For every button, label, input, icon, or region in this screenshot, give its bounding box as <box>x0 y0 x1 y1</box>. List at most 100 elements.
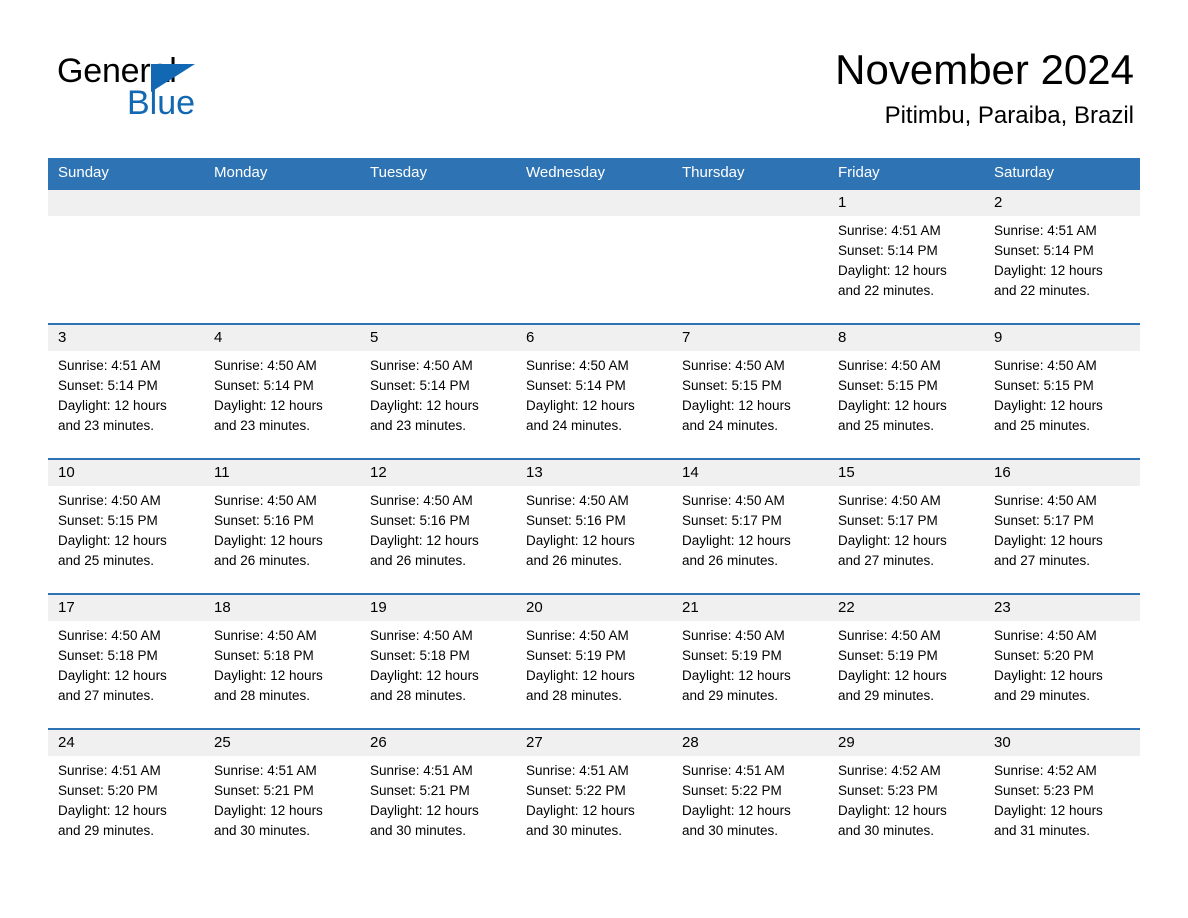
weekday-header-friday: Friday <box>838 164 880 181</box>
day-cell[interactable]: 28 Sunrise: 4:51 AM Sunset: 5:22 PM Dayl… <box>672 730 828 863</box>
calendar-page: General Blue November 2024 Pitimbu, Para… <box>0 0 1188 918</box>
day-details: Sunrise: 4:50 AM Sunset: 5:18 PM Dayligh… <box>360 621 516 706</box>
sunset-text: Sunset: 5:14 PM <box>838 243 938 258</box>
daynum-band <box>516 190 672 216</box>
general-blue-logo[interactable]: General Blue <box>57 52 257 122</box>
daylight-text-line2: and 22 minutes. <box>838 283 935 298</box>
sunset-text: Sunset: 5:18 PM <box>58 648 158 663</box>
sunrise-text: Sunrise: 4:50 AM <box>214 628 317 643</box>
day-cell[interactable] <box>516 190 672 323</box>
page-header: General Blue November 2024 Pitimbu, Para… <box>0 0 1188 150</box>
day-cell[interactable]: 20 Sunrise: 4:50 AM Sunset: 5:19 PM Dayl… <box>516 595 672 728</box>
daylight-text-line1: Daylight: 12 hours <box>838 668 947 683</box>
day-cell[interactable]: 15 Sunrise: 4:50 AM Sunset: 5:17 PM Dayl… <box>828 460 984 593</box>
weekday-header-tuesday: Tuesday <box>370 164 427 181</box>
daylight-text-line2: and 24 minutes. <box>526 418 623 433</box>
daylight-text-line2: and 29 minutes. <box>994 688 1091 703</box>
day-details: Sunrise: 4:50 AM Sunset: 5:15 PM Dayligh… <box>828 351 984 436</box>
day-cell[interactable]: 17 Sunrise: 4:50 AM Sunset: 5:18 PM Dayl… <box>48 595 204 728</box>
day-cell[interactable] <box>48 190 204 323</box>
day-cell[interactable]: 21 Sunrise: 4:50 AM Sunset: 5:19 PM Dayl… <box>672 595 828 728</box>
day-number: 26 <box>370 734 387 751</box>
daylight-text-line1: Daylight: 12 hours <box>214 803 323 818</box>
day-cell[interactable]: 19 Sunrise: 4:50 AM Sunset: 5:18 PM Dayl… <box>360 595 516 728</box>
day-details: Sunrise: 4:50 AM Sunset: 5:18 PM Dayligh… <box>48 621 204 706</box>
day-cell[interactable]: 29 Sunrise: 4:52 AM Sunset: 5:23 PM Dayl… <box>828 730 984 863</box>
daylight-text-line1: Daylight: 12 hours <box>994 533 1103 548</box>
calendar-week-row: 17 Sunrise: 4:50 AM Sunset: 5:18 PM Dayl… <box>48 593 1140 728</box>
sunset-text: Sunset: 5:15 PM <box>682 378 782 393</box>
daylight-text-line1: Daylight: 12 hours <box>58 398 167 413</box>
day-cell[interactable]: 4 Sunrise: 4:50 AM Sunset: 5:14 PM Dayli… <box>204 325 360 458</box>
day-cell[interactable]: 27 Sunrise: 4:51 AM Sunset: 5:22 PM Dayl… <box>516 730 672 863</box>
day-cell[interactable]: 5 Sunrise: 4:50 AM Sunset: 5:14 PM Dayli… <box>360 325 516 458</box>
day-number: 5 <box>370 329 379 346</box>
day-cell[interactable] <box>672 190 828 323</box>
calendar-week-row: 1 Sunrise: 4:51 AM Sunset: 5:14 PM Dayli… <box>48 188 1140 323</box>
day-number: 18 <box>214 599 231 616</box>
daylight-text-line2: and 24 minutes. <box>682 418 779 433</box>
sunset-text: Sunset: 5:18 PM <box>370 648 470 663</box>
day-cell[interactable]: 22 Sunrise: 4:50 AM Sunset: 5:19 PM Dayl… <box>828 595 984 728</box>
day-cell[interactable]: 13 Sunrise: 4:50 AM Sunset: 5:16 PM Dayl… <box>516 460 672 593</box>
sunrise-text: Sunrise: 4:51 AM <box>682 763 785 778</box>
sunset-text: Sunset: 5:17 PM <box>682 513 782 528</box>
sunrise-text: Sunrise: 4:51 AM <box>58 763 161 778</box>
day-cell[interactable]: 12 Sunrise: 4:50 AM Sunset: 5:16 PM Dayl… <box>360 460 516 593</box>
day-number: 14 <box>682 464 699 481</box>
sunrise-text: Sunrise: 4:50 AM <box>682 358 785 373</box>
day-details: Sunrise: 4:50 AM Sunset: 5:16 PM Dayligh… <box>516 486 672 571</box>
day-details: Sunrise: 4:50 AM Sunset: 5:14 PM Dayligh… <box>516 351 672 436</box>
calendar-week-row: 10 Sunrise: 4:50 AM Sunset: 5:15 PM Dayl… <box>48 458 1140 593</box>
day-details: Sunrise: 4:51 AM Sunset: 5:22 PM Dayligh… <box>672 756 828 841</box>
daylight-text-line1: Daylight: 12 hours <box>526 533 635 548</box>
sunset-text: Sunset: 5:21 PM <box>370 783 470 798</box>
sunset-text: Sunset: 5:15 PM <box>994 378 1094 393</box>
day-cell[interactable]: 9 Sunrise: 4:50 AM Sunset: 5:15 PM Dayli… <box>984 325 1140 458</box>
day-cell[interactable]: 26 Sunrise: 4:51 AM Sunset: 5:21 PM Dayl… <box>360 730 516 863</box>
sunset-text: Sunset: 5:16 PM <box>526 513 626 528</box>
day-cell[interactable]: 10 Sunrise: 4:50 AM Sunset: 5:15 PM Dayl… <box>48 460 204 593</box>
day-cell[interactable]: 25 Sunrise: 4:51 AM Sunset: 5:21 PM Dayl… <box>204 730 360 863</box>
day-cell[interactable]: 16 Sunrise: 4:50 AM Sunset: 5:17 PM Dayl… <box>984 460 1140 593</box>
day-number: 6 <box>526 329 535 346</box>
sunset-text: Sunset: 5:14 PM <box>214 378 314 393</box>
daylight-text-line2: and 29 minutes. <box>682 688 779 703</box>
day-details: Sunrise: 4:50 AM Sunset: 5:17 PM Dayligh… <box>984 486 1140 571</box>
day-number: 9 <box>994 329 1003 346</box>
day-number: 11 <box>214 464 230 481</box>
day-number: 1 <box>838 194 847 211</box>
day-cell[interactable]: 23 Sunrise: 4:50 AM Sunset: 5:20 PM Dayl… <box>984 595 1140 728</box>
daynum-band <box>672 190 828 216</box>
day-number: 10 <box>58 464 75 481</box>
day-cell[interactable]: 11 Sunrise: 4:50 AM Sunset: 5:16 PM Dayl… <box>204 460 360 593</box>
day-number: 2 <box>994 194 1003 211</box>
day-cell[interactable]: 8 Sunrise: 4:50 AM Sunset: 5:15 PM Dayli… <box>828 325 984 458</box>
daylight-text-line2: and 29 minutes. <box>838 688 935 703</box>
day-cell[interactable] <box>360 190 516 323</box>
day-number: 13 <box>526 464 543 481</box>
day-cell[interactable]: 30 Sunrise: 4:52 AM Sunset: 5:23 PM Dayl… <box>984 730 1140 863</box>
daylight-text-line1: Daylight: 12 hours <box>370 398 479 413</box>
sunset-text: Sunset: 5:19 PM <box>682 648 782 663</box>
day-cell[interactable]: 7 Sunrise: 4:50 AM Sunset: 5:15 PM Dayli… <box>672 325 828 458</box>
day-cell[interactable]: 14 Sunrise: 4:50 AM Sunset: 5:17 PM Dayl… <box>672 460 828 593</box>
day-cell[interactable]: 2 Sunrise: 4:51 AM Sunset: 5:14 PM Dayli… <box>984 190 1140 323</box>
calendar-week-row: 3 Sunrise: 4:51 AM Sunset: 5:14 PM Dayli… <box>48 323 1140 458</box>
sunset-text: Sunset: 5:20 PM <box>994 648 1094 663</box>
day-number: 23 <box>994 599 1011 616</box>
day-cell[interactable]: 6 Sunrise: 4:50 AM Sunset: 5:14 PM Dayli… <box>516 325 672 458</box>
day-details: Sunrise: 4:50 AM Sunset: 5:19 PM Dayligh… <box>516 621 672 706</box>
daylight-text-line1: Daylight: 12 hours <box>838 803 947 818</box>
weekday-header-thursday: Thursday <box>682 164 745 181</box>
day-number: 21 <box>682 599 699 616</box>
day-details: Sunrise: 4:50 AM Sunset: 5:14 PM Dayligh… <box>204 351 360 436</box>
day-cell[interactable] <box>204 190 360 323</box>
daylight-text-line1: Daylight: 12 hours <box>994 263 1103 278</box>
day-cell[interactable]: 1 Sunrise: 4:51 AM Sunset: 5:14 PM Dayli… <box>828 190 984 323</box>
day-cell[interactable]: 24 Sunrise: 4:51 AM Sunset: 5:20 PM Dayl… <box>48 730 204 863</box>
day-cell[interactable]: 18 Sunrise: 4:50 AM Sunset: 5:18 PM Dayl… <box>204 595 360 728</box>
sunrise-text: Sunrise: 4:50 AM <box>214 493 317 508</box>
daylight-text-line2: and 27 minutes. <box>838 553 935 568</box>
day-cell[interactable]: 3 Sunrise: 4:51 AM Sunset: 5:14 PM Dayli… <box>48 325 204 458</box>
